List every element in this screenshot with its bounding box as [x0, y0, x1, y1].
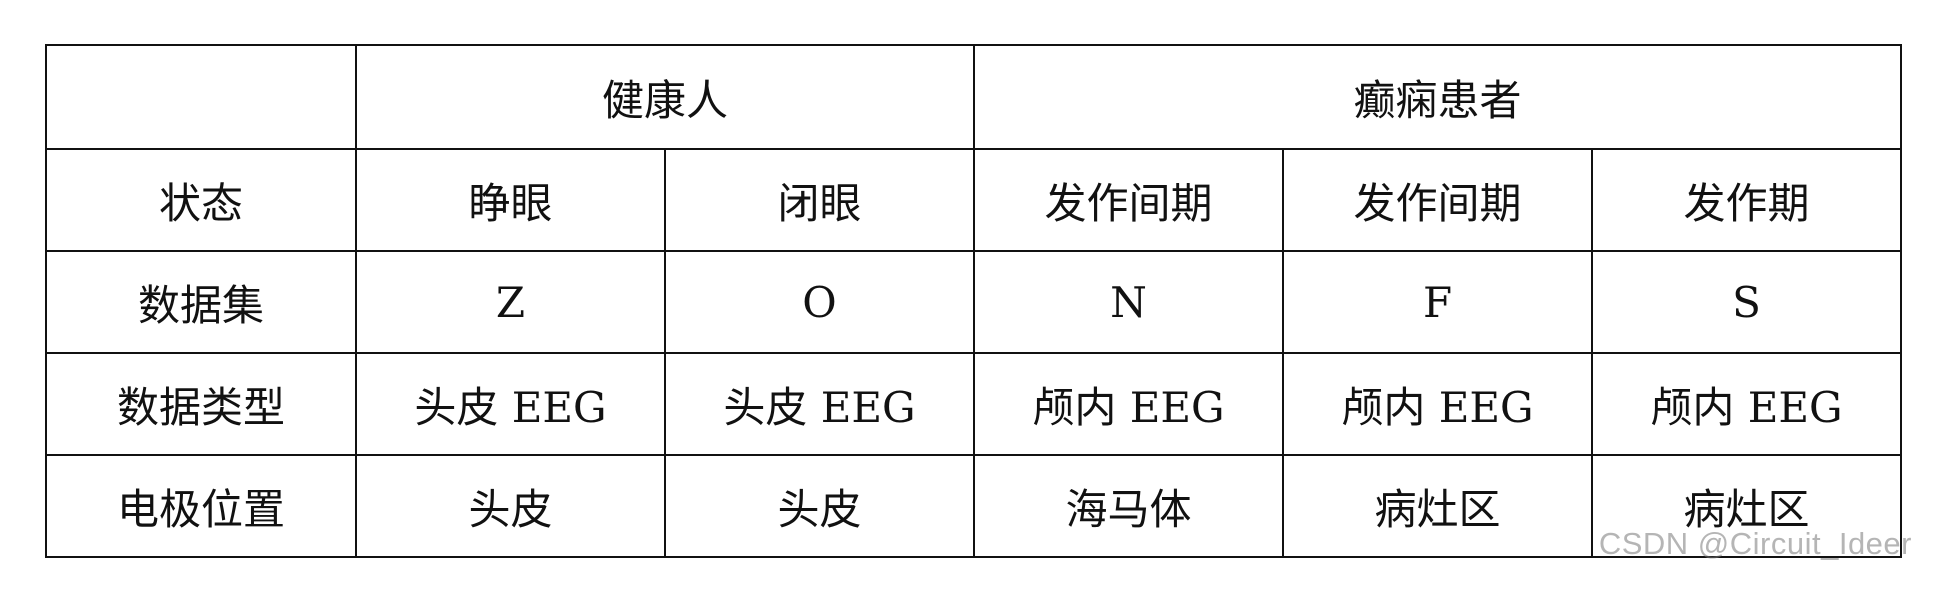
table-header-row: 健康人 癫痫患者 [45, 44, 1903, 150]
row-label: 数据类型 [45, 352, 357, 456]
table-cell: 头皮 [663, 454, 976, 558]
table-cell: 闭眼 [663, 148, 976, 252]
table-cell: S [1591, 250, 1903, 354]
table-cell: 海马体 [973, 454, 1285, 558]
table-cell: 发作间期 [973, 148, 1285, 252]
table-row-data-type: 数据类型 头皮 EEG 头皮 EEG 颅内 EEG 颅内 EEG 颅内 EEG [45, 352, 1903, 456]
table-cell: F [1282, 250, 1594, 354]
row-label: 数据集 [45, 250, 357, 354]
table-cell: 颅内 EEG [1282, 352, 1594, 456]
table-cell: 发作期 [1591, 148, 1903, 252]
table-cell: 病灶区 [1282, 454, 1594, 558]
row-label: 电极位置 [45, 454, 357, 558]
table-cell: O [663, 250, 976, 354]
table-cell: 颅内 EEG [1591, 352, 1903, 456]
group-header-healthy: 健康人 [354, 44, 976, 150]
eeg-dataset-table: 健康人 癫痫患者 状态 睁眼 闭眼 发作间期 发作间期 发作期 数据集 Z O … [45, 44, 1903, 558]
table-cell: 发作间期 [1282, 148, 1594, 252]
table-cell: 头皮 EEG [355, 352, 666, 456]
table-cell: Z [355, 250, 666, 354]
group-header-epilepsy: 癫痫患者 [973, 44, 1903, 150]
dataset-table-container: 健康人 癫痫患者 状态 睁眼 闭眼 发作间期 发作间期 发作期 数据集 Z O … [45, 44, 1903, 558]
table-cell: N [973, 250, 1285, 354]
table-cell: 睁眼 [355, 148, 666, 252]
row-label: 状态 [45, 148, 357, 252]
table-cell: 颅内 EEG [973, 352, 1285, 456]
table-cell: 头皮 EEG [663, 352, 976, 456]
table-row-dataset: 数据集 Z O N F S [45, 250, 1903, 354]
corner-cell [45, 44, 357, 150]
table-row-state: 状态 睁眼 闭眼 发作间期 发作间期 发作期 [45, 148, 1903, 252]
table-cell: 头皮 [355, 454, 666, 558]
watermark: CSDN @Circuit_Ideer [1598, 526, 1912, 561]
